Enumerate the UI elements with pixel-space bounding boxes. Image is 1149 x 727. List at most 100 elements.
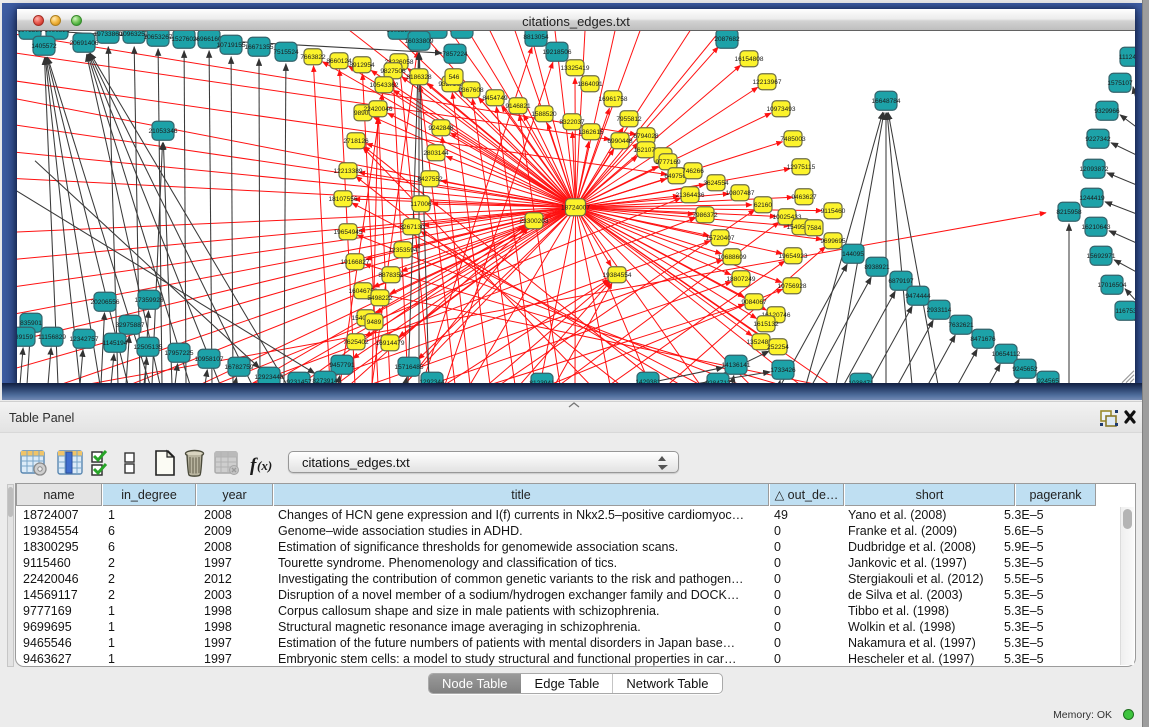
- svg-text:10756928: 10756928: [778, 283, 807, 290]
- svg-text:7986372: 7986372: [692, 212, 718, 219]
- svg-text:8471676: 8471676: [970, 336, 996, 343]
- svg-text:16914479: 16914479: [376, 340, 405, 347]
- svg-text:9474444: 9474444: [905, 293, 931, 300]
- svg-text:2933114: 2933114: [927, 307, 952, 314]
- svg-text:8878352: 8878352: [378, 272, 404, 279]
- svg-text:17016504: 17016504: [1098, 282, 1127, 289]
- svg-text:7625402: 7625402: [343, 339, 369, 346]
- svg-text:1588520: 1588520: [531, 111, 557, 118]
- svg-text:21053346: 21053346: [149, 128, 178, 135]
- svg-text:116753: 116753: [1115, 308, 1135, 315]
- svg-text:2367608: 2367608: [458, 87, 484, 94]
- svg-text:8813054: 8813054: [523, 34, 549, 41]
- svg-text:20691406: 20691406: [70, 40, 99, 47]
- svg-text:18807249: 18807249: [727, 276, 756, 283]
- svg-text:8454749: 8454749: [482, 95, 508, 102]
- svg-text:10543362: 10543362: [370, 82, 399, 89]
- svg-text:23300203: 23300203: [520, 218, 549, 225]
- svg-text:22420046: 22420046: [364, 106, 393, 113]
- svg-text:18724007: 18724007: [561, 204, 590, 211]
- svg-text:12353594: 12353594: [389, 247, 418, 254]
- svg-text:5498222: 5498222: [367, 295, 393, 302]
- svg-text:6879197: 6879197: [888, 278, 914, 285]
- svg-text:7663822: 7663822: [300, 54, 326, 61]
- svg-text:16033809: 16033809: [405, 38, 434, 45]
- svg-text:32975887: 32975887: [116, 322, 145, 329]
- svg-text:16210643: 16210643: [1082, 224, 1111, 231]
- svg-text:1864091: 1864091: [577, 81, 603, 88]
- svg-text:8427552: 8427552: [417, 176, 443, 183]
- svg-text:144095: 144095: [842, 251, 864, 258]
- svg-text:7515524: 7515524: [273, 49, 299, 56]
- svg-text:2718126: 2718126: [343, 138, 369, 145]
- svg-text:14136141: 14136141: [722, 362, 751, 369]
- svg-text:835901: 835901: [20, 320, 42, 327]
- svg-text:10719155: 10719155: [217, 42, 246, 49]
- svg-text:546: 546: [449, 74, 460, 81]
- svg-text:13325419: 13325419: [561, 65, 590, 72]
- svg-text:117006: 117006: [410, 201, 432, 208]
- svg-text:16154808: 16154808: [735, 56, 764, 63]
- svg-text:1112483: 1112483: [1119, 54, 1135, 61]
- svg-text:16648784: 16648784: [872, 98, 901, 105]
- svg-text:8912954: 8912954: [349, 62, 375, 69]
- svg-text:10807487: 10807487: [726, 190, 755, 197]
- svg-text:8660124: 8660124: [326, 58, 352, 65]
- svg-text:18107556: 18107556: [329, 196, 358, 203]
- svg-text:1733426: 1733426: [770, 367, 796, 374]
- svg-text:(x): (x): [257, 458, 272, 473]
- svg-text:8322037: 8322037: [559, 119, 585, 126]
- svg-text:10653267: 10653267: [144, 34, 173, 41]
- svg-text:9777169: 9777169: [655, 159, 681, 166]
- svg-text:9457791: 9457791: [329, 362, 355, 369]
- svg-text:1615132: 1615132: [753, 321, 779, 328]
- svg-text:10973493: 10973493: [767, 106, 796, 113]
- svg-text:39159: 39159: [17, 334, 33, 341]
- svg-text:9827506: 9827506: [380, 68, 406, 75]
- svg-text:1145194: 1145194: [103, 340, 128, 347]
- svg-text:21364436: 21364436: [676, 192, 705, 199]
- svg-text:8215958: 8215958: [1056, 209, 1082, 216]
- svg-text:7485003: 7485003: [780, 136, 806, 143]
- svg-text:19654923: 19654923: [779, 253, 808, 260]
- svg-text:7857224: 7857224: [449, 31, 475, 33]
- svg-text:12342757: 12342757: [70, 336, 99, 343]
- svg-text:19384554: 19384554: [603, 272, 632, 279]
- svg-text:9146821: 9146821: [505, 103, 531, 110]
- svg-text:19733860: 19733860: [94, 31, 123, 38]
- svg-text:2087682: 2087682: [714, 36, 740, 43]
- svg-text:16961758: 16961758: [599, 96, 628, 103]
- svg-text:19218506: 19218506: [543, 49, 572, 56]
- svg-text:19166827: 19166827: [341, 259, 370, 266]
- svg-text:16671355: 16671355: [245, 44, 274, 51]
- svg-text:9084067: 9084067: [741, 299, 767, 306]
- svg-text:17957225: 17957225: [165, 350, 194, 357]
- svg-text:7584: 7584: [807, 225, 822, 232]
- svg-text:10688609: 10688609: [718, 254, 747, 261]
- svg-text:8186328: 8186328: [406, 74, 432, 81]
- svg-text:9115460: 9115460: [821, 208, 846, 215]
- svg-text:9463627: 9463627: [791, 194, 817, 201]
- svg-text:3267130: 3267130: [399, 224, 425, 231]
- svg-text:1362615: 1362615: [578, 129, 604, 136]
- svg-text:12505135: 12505135: [134, 344, 163, 351]
- svg-text:7857224: 7857224: [442, 51, 468, 58]
- svg-text:1527602: 1527602: [171, 36, 197, 43]
- svg-text:62160: 62160: [754, 202, 772, 209]
- svg-text:1405572: 1405572: [31, 43, 57, 50]
- svg-text:19654945: 19654945: [334, 229, 363, 236]
- svg-text:7632621: 7632621: [948, 322, 974, 329]
- svg-text:16782759: 16782759: [225, 364, 254, 371]
- svg-text:12093872: 12093872: [1080, 166, 1109, 173]
- svg-text:20206556: 20206556: [91, 299, 120, 306]
- svg-text:12213389: 12213389: [334, 168, 363, 175]
- svg-text:3624554: 3624554: [703, 180, 729, 187]
- svg-text:17359928: 17359928: [135, 297, 164, 304]
- svg-text:15720407: 15720407: [706, 235, 735, 242]
- svg-text:1973386: 1973386: [17, 31, 43, 34]
- svg-text:15716485: 15716485: [395, 364, 424, 371]
- svg-text:8938921: 8938921: [864, 264, 890, 271]
- svg-text:10654112: 10654112: [992, 351, 1021, 358]
- svg-text:15692971: 15692971: [1087, 253, 1116, 260]
- svg-text:2803144: 2803144: [423, 150, 449, 157]
